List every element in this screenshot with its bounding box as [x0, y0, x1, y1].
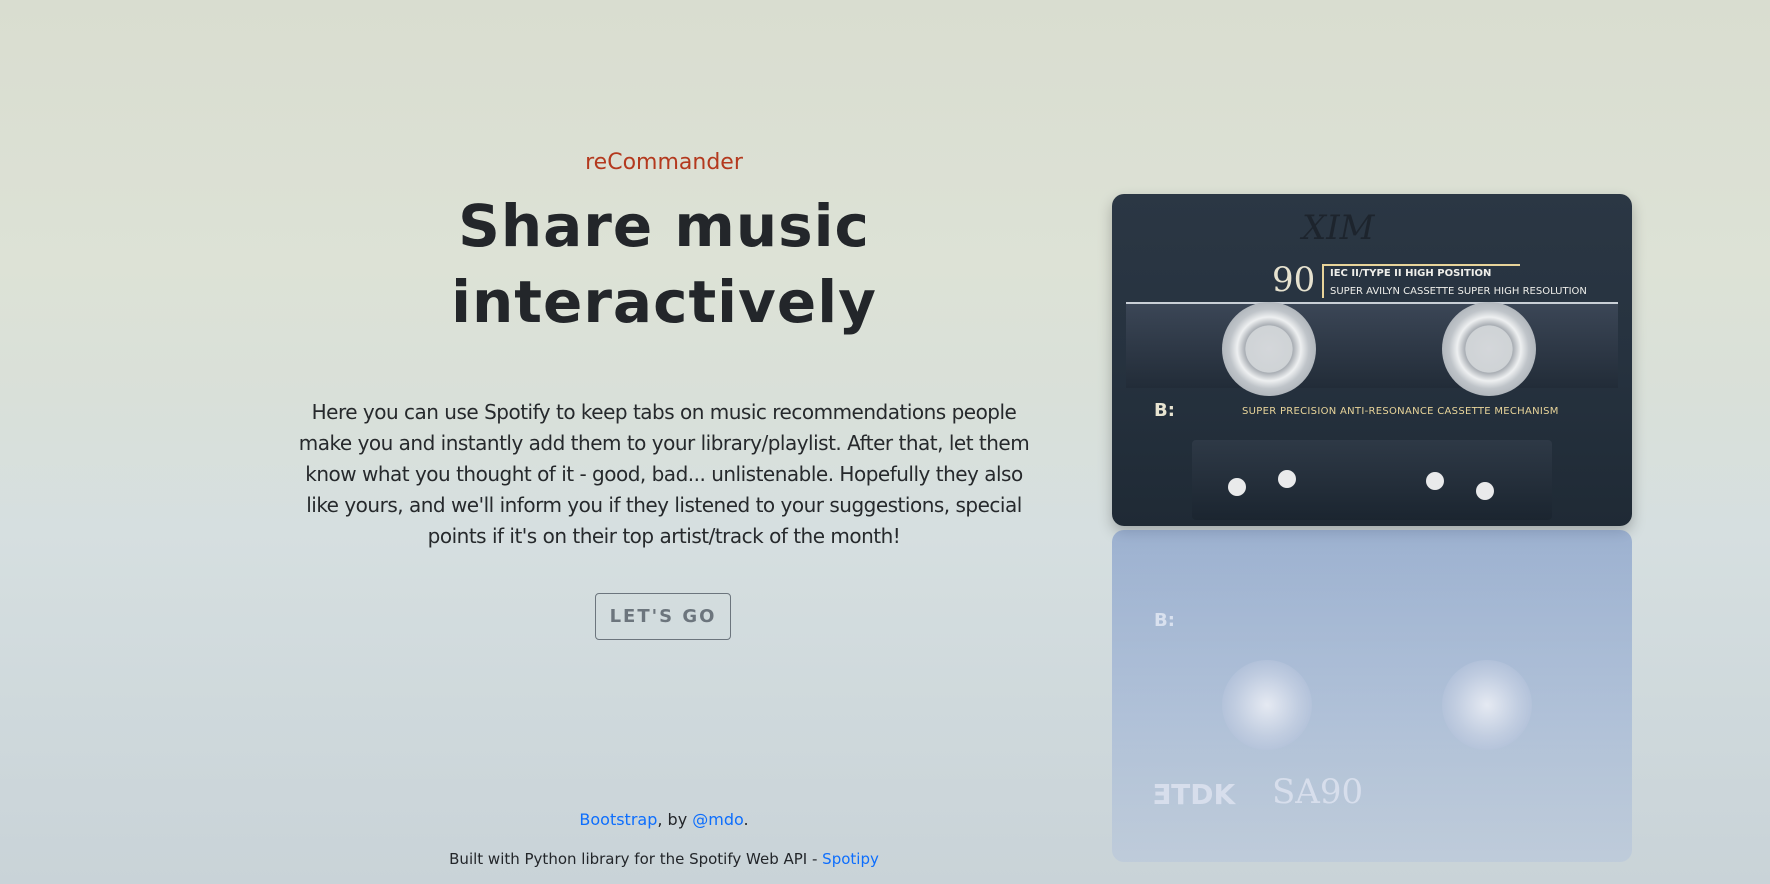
right-reel: [1442, 302, 1536, 396]
footer-built-with: Built with Python library for the Spotif…: [290, 850, 1038, 868]
cassette-sub-label: SUPER AVILYN CASSETTE SUPER HIGH RESOLUT…: [1330, 286, 1587, 297]
title-line-1: Share music: [458, 192, 870, 260]
cassette-reflection: B: ƎTDK SA90: [1112, 530, 1632, 862]
lets-go-button[interactable]: LET'S GO: [595, 593, 731, 640]
cassette-side-label: B:: [1154, 400, 1175, 421]
built-with-text: Built with Python library for the Spotif…: [449, 850, 823, 868]
cassette-base: [1192, 440, 1552, 520]
cassette-mechanism-text: SUPER PRECISION ANTI-RESONANCE CASSETTE …: [1242, 406, 1559, 417]
left-reel: [1222, 302, 1316, 396]
cassette-type-label: IEC II/TYPE II HIGH POSITION: [1330, 268, 1492, 279]
bootstrap-link[interactable]: Bootstrap: [579, 810, 657, 829]
spotipy-link[interactable]: Spotipy: [822, 850, 879, 868]
footer-period: .: [743, 810, 749, 829]
cassette-hole: [1426, 472, 1444, 490]
cassette-hole: [1476, 482, 1494, 500]
intro-paragraph: Here you can use Spotify to keep tabs on…: [298, 400, 1030, 548]
footer-by-text: , by: [657, 810, 693, 829]
brand-name: reCommander: [585, 150, 743, 175]
cassette-length: 90: [1272, 260, 1316, 300]
cassette-body: XIM 90 IEC II/TYPE II HIGH POSITION SUPE…: [1112, 194, 1632, 526]
footer-credits: Bootstrap, by @mdo.: [290, 810, 1038, 829]
title-line-2: interactively: [451, 268, 877, 336]
cassette-hole: [1278, 470, 1296, 488]
cassette-window: [1126, 302, 1618, 388]
cassette-handwriting: XIM: [1302, 208, 1375, 248]
cassette-image: XIM 90 IEC II/TYPE II HIGH POSITION SUPE…: [1100, 190, 1640, 884]
page-title: Share music interactively: [290, 188, 1038, 340]
mdo-link[interactable]: @mdo: [692, 810, 743, 829]
cassette-hole: [1228, 478, 1246, 496]
